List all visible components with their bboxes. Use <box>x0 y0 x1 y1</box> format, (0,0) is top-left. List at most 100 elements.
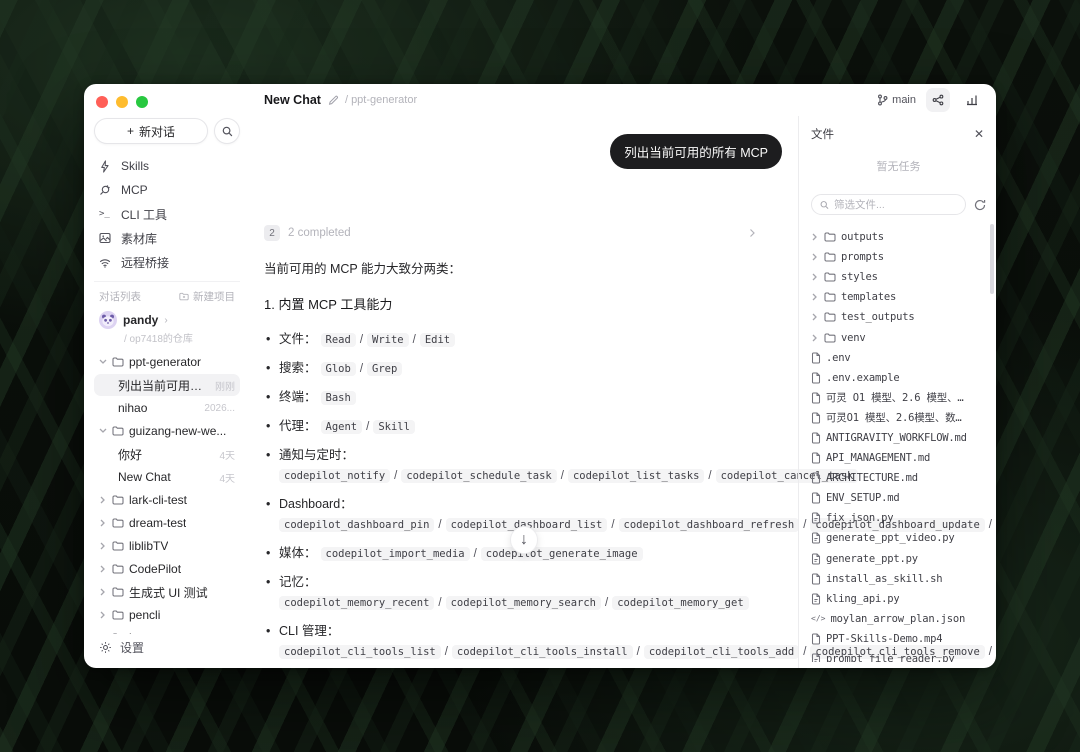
file-tree-row[interactable]: </> kling_api.py <box>811 589 986 609</box>
file-tree-row[interactable]: </> moylan_arrow_plan.json <box>811 609 986 629</box>
file-tree-row[interactable]: </> PPT-Skills-Demo.mp4 <box>811 629 986 649</box>
settings-label: 设置 <box>120 639 144 656</box>
file-tree-row[interactable]: </> ARCHITECTURE.md <box>811 468 986 488</box>
bullet-part: codepilot_import_media <box>321 547 470 561</box>
zoom-window-button[interactable] <box>136 96 148 108</box>
tool-status-row[interactable]: 2 2 completed <box>264 225 784 241</box>
file-name: venv <box>841 332 866 344</box>
bullet-part: Edit <box>420 333 455 347</box>
sidebar-item-assets[interactable]: 素材库 <box>94 226 240 250</box>
chevron-right-icon <box>99 565 107 573</box>
list-item: 记忆：codepilot_memory_recent/codepilot_mem… <box>264 572 784 613</box>
scrollbar-thumb[interactable] <box>990 224 994 294</box>
conversation-tree-row[interactable]: lark-cli-test <box>94 489 240 511</box>
folder-icon <box>112 518 124 528</box>
bullet-part: codepilot_cli_tools_list <box>279 645 441 659</box>
sidebar-item-cli-tools[interactable]: >_ CLI 工具 <box>94 202 240 226</box>
file-tree-row[interactable]: </> prompt_file_reader.py <box>811 649 986 662</box>
conversation-tree-row[interactable]: 列出当前可用的所有 ... 刚刚 <box>94 374 240 396</box>
file-tree-row[interactable]: </> outputs <box>811 227 986 247</box>
tree-item-label: New Chat <box>118 470 171 484</box>
new-project-button[interactable]: 新建项目 <box>179 289 235 304</box>
conversation-tree: ppt-generator 列出当前可用的所有 ... 刚刚 nihao 202… <box>94 351 240 634</box>
file-tree-row[interactable]: </> 可灵O1 模型、2.6模型、数… <box>811 408 986 428</box>
bullet-part: / <box>360 363 363 375</box>
tool-status-label: 2 completed <box>288 227 351 239</box>
close-window-button[interactable] <box>96 96 108 108</box>
file-icon <box>811 352 821 364</box>
sidebar-item-remote-bridge[interactable]: 远程桥接 <box>94 250 240 274</box>
file-tree-row[interactable]: </> venv <box>811 327 986 347</box>
file-name: .env <box>826 352 851 364</box>
conversation-tree-row[interactable]: guizang-new-we... <box>94 420 240 442</box>
file-tree-row[interactable]: </> ENV_SETUP.md <box>811 488 986 508</box>
conversation-tree-row[interactable]: 你好 4天 <box>94 443 240 465</box>
file-name: kling_api.py <box>826 593 899 605</box>
file-tree-row[interactable]: </> ANTIGRAVITY_WORKFLOW.md <box>811 428 986 448</box>
tree-item-meta: 4天 <box>219 447 235 462</box>
chevron-right-icon[interactable] <box>748 228 756 238</box>
folder-icon <box>112 564 124 574</box>
conversation-tree-row[interactable]: liblibTV <box>94 535 240 557</box>
conversation-tree-row[interactable]: ppt-generator <box>94 351 240 373</box>
conversation-tree-row[interactable]: New Chat 4天 <box>94 466 240 488</box>
assistant-section-title: 1. 内置 MCP 工具能力 <box>264 295 784 315</box>
conversation-tree-row[interactable]: pencli <box>94 604 240 626</box>
file-tree-row[interactable]: </> prompts <box>811 247 986 267</box>
pencil-icon[interactable] <box>328 95 339 106</box>
share-nodes-button[interactable] <box>926 88 950 112</box>
new-chat-button[interactable]: + 新对话 <box>94 118 208 144</box>
git-branch-button[interactable]: main <box>877 94 916 106</box>
bullet-part: codepilot_list_tasks <box>568 469 704 483</box>
file-name: generate_ppt_video.py <box>826 532 955 544</box>
file-icon <box>811 392 821 404</box>
file-tree-row[interactable]: </> styles <box>811 267 986 287</box>
scroll-down-button[interactable]: ↓ <box>510 526 538 554</box>
file-tree-row[interactable]: </> templates <box>811 287 986 307</box>
gear-icon <box>99 641 112 654</box>
bullet-part: / <box>605 597 608 609</box>
folder-icon <box>112 357 124 367</box>
chat-header: New Chat / ppt-generator main <box>250 84 996 116</box>
chevron-right-icon <box>99 519 107 527</box>
file-tree-row[interactable]: </> fix_json.py <box>811 508 986 528</box>
minimize-window-button[interactable] <box>116 96 128 108</box>
file-tree-row[interactable]: </> .env.example <box>811 368 986 388</box>
conversation-tree-row[interactable]: 生成式 UI 测试 <box>94 581 240 603</box>
list-item: 通知与定时：codepilot_notify/codepilot_schedul… <box>264 445 784 486</box>
file-tree-row[interactable]: </> generate_ppt.py <box>811 549 986 569</box>
conversation-tree-row[interactable]: image-agent <box>94 627 240 634</box>
file-name: fix_json.py <box>826 512 893 524</box>
python-file-icon <box>811 593 821 605</box>
conversation-tree-row[interactable]: nihao 2026... <box>94 397 240 419</box>
settings-button[interactable]: 设置 <box>94 634 240 660</box>
workspace-profile[interactable]: pandy › / op7418的仓库 <box>94 308 240 351</box>
branch-name: main <box>892 94 916 106</box>
bullet-part: codepilot_generate_image <box>481 547 643 561</box>
sidebar-item-mcp[interactable]: MCP <box>94 178 240 202</box>
git-branch-icon <box>877 94 888 106</box>
bullet-label: 记忆： <box>279 575 317 589</box>
search-icon <box>222 126 233 137</box>
file-tree-row[interactable]: </> install_as_skill.sh <box>811 569 986 589</box>
file-filter-input[interactable] <box>834 199 957 211</box>
file-tree-row[interactable]: </> test_outputs <box>811 307 986 327</box>
file-name: generate_ppt.py <box>826 553 918 565</box>
bullet-part: Glob <box>321 362 356 376</box>
file-tree-row[interactable]: </> 可灵 O1 模型、2.6 模型、… <box>811 388 986 408</box>
conversation-tree-row[interactable]: CodePilot <box>94 558 240 580</box>
file-tree-row[interactable]: </> generate_ppt_video.py <box>811 528 986 548</box>
chat-area: 列出当前可用的所有 MCP 2 2 completed 当前可用的 MCP 能力… <box>250 116 798 668</box>
bullet-part: codepilot_schedule_task <box>401 469 556 483</box>
refresh-button[interactable] <box>974 199 986 211</box>
stats-panel-button[interactable] <box>960 88 984 112</box>
file-tree-row[interactable]: </> .env <box>811 348 986 368</box>
sidebar-item-skills[interactable]: Skills <box>94 154 240 178</box>
file-tree-row[interactable]: </> API_MANAGEMENT.md <box>811 448 986 468</box>
sidebar-item-label: CLI 工具 <box>121 206 167 223</box>
bullet-part: / <box>366 421 369 433</box>
conversation-tree-row[interactable]: dream-test <box>94 512 240 534</box>
close-icon[interactable]: ✕ <box>972 125 986 143</box>
list-item: CLI 管理：codepilot_cli_tools_list/codepilo… <box>264 621 784 662</box>
search-button[interactable] <box>214 118 240 144</box>
